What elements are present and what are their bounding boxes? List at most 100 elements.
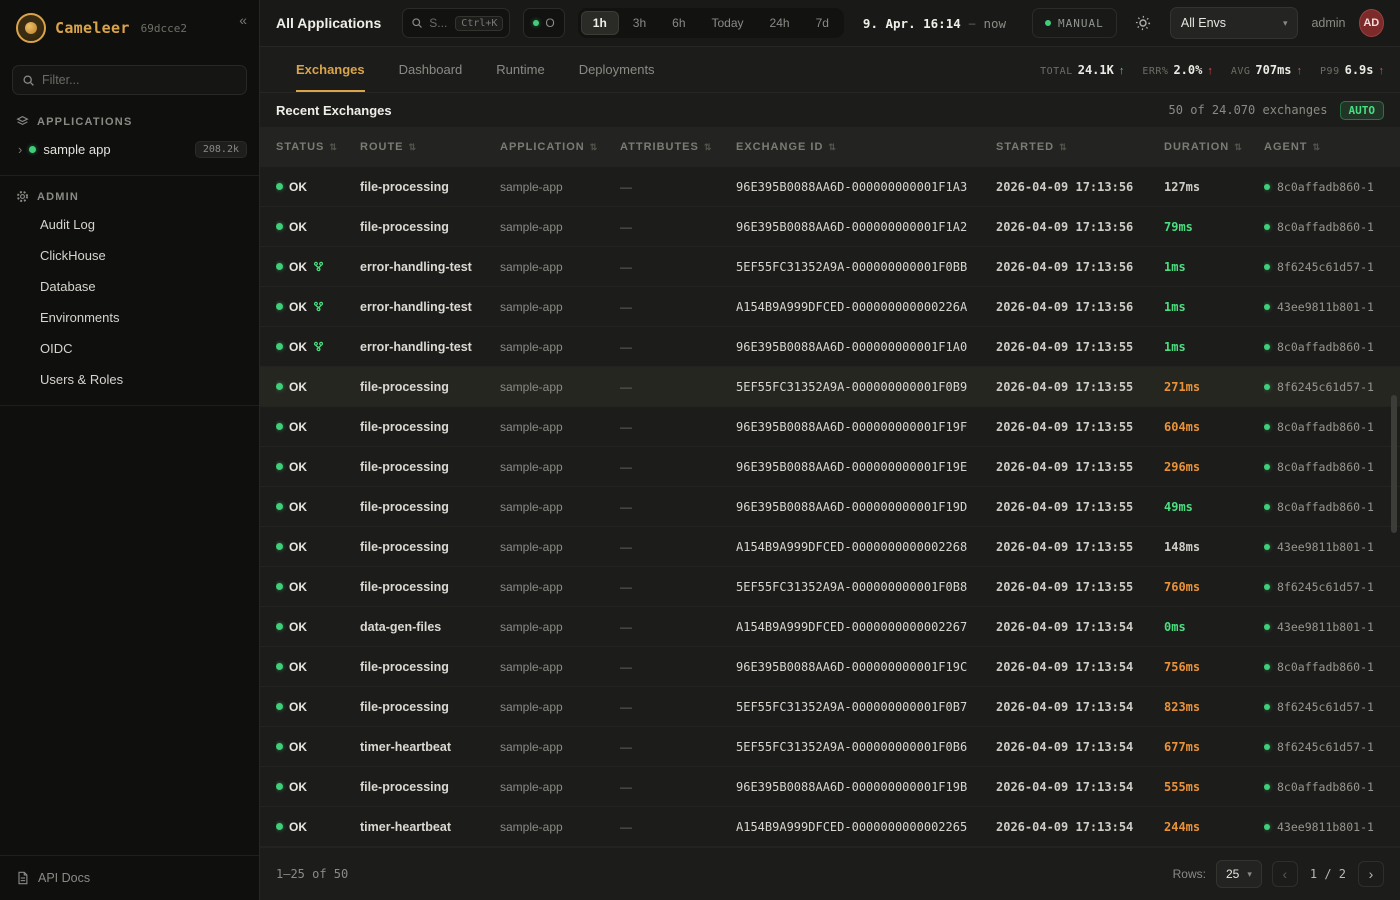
scrollbar-thumb[interactable] [1391,395,1397,533]
collapse-sidebar-icon[interactable]: « [239,12,247,28]
column-header-attributes[interactable]: ATTRIBUTES⇅ [620,141,736,153]
global-search[interactable]: S... Ctrl+K [402,8,510,38]
next-page-button[interactable]: › [1358,861,1384,887]
exchange-id-cell: 96E395B0088AA6D-000000000001F1A2 [736,220,996,234]
status-ok-dot [276,183,283,190]
stat-err: ERR% 2.0% ↑ [1142,63,1213,77]
online-status-chip[interactable]: O [523,8,564,38]
api-docs-link[interactable]: API Docs [0,855,259,900]
table-row[interactable]: OK file-processing sample-app — 96E395B0… [260,647,1400,687]
manual-label: MANUAL [1058,17,1104,30]
table-row[interactable]: OK file-processing sample-app — A154B9A9… [260,527,1400,567]
range-6h-button[interactable]: 6h [660,11,697,35]
rows-per-page-select[interactable]: 25 ▾ [1216,860,1262,888]
applications-section-header: APPLICATIONS [0,101,259,134]
range-today-button[interactable]: Today [700,11,756,35]
agent-id: 8c0affadb860-1 [1277,460,1374,474]
manual-refresh-button[interactable]: MANUAL [1032,8,1117,38]
avatar[interactable]: AD [1359,9,1384,37]
branch-icon [313,341,324,352]
agent-id: 8c0affadb860-1 [1277,780,1374,794]
table-row[interactable]: OK file-processing sample-app — 5EF55FC3… [260,687,1400,727]
table-row[interactable]: OK error-handling-test sample-app — 5EF5… [260,247,1400,287]
route-cell: file-processing [360,420,500,434]
column-header-duration[interactable]: DURATION⇅ [1164,141,1264,153]
table-row[interactable]: OK file-processing sample-app — 5EF55FC3… [260,367,1400,407]
date-range-display[interactable]: 9. Apr. 16:14 – now [863,16,1006,31]
summary-stats: TOTAL 24.1K ↑ ERR% 2.0% ↑ AVG 707ms ↑ P9… [1040,63,1384,77]
table-row[interactable]: OK file-processing sample-app — 96E395B0… [260,487,1400,527]
search-placeholder-text: S... [429,16,449,30]
column-header-exchange-id[interactable]: EXCHANGE ID⇅ [736,141,996,153]
filter-input[interactable] [42,73,237,87]
attributes-cell: — [620,180,736,194]
column-header-started[interactable]: STARTED⇅ [996,141,1164,153]
manual-dot [1045,20,1051,26]
started-cell: 2026-04-09 17:13:54 [996,700,1164,714]
stat-err-label: ERR% [1142,66,1168,77]
agent-cell: 8f6245c61d57-1 [1264,380,1384,394]
table-row[interactable]: OK file-processing sample-app — 96E395B0… [260,207,1400,247]
recent-right: 50 of 24.070 exchanges AUTO [1169,101,1384,120]
auto-refresh-badge[interactable]: AUTO [1340,101,1385,120]
route-cell: error-handling-test [360,260,500,274]
agent-id: 8f6245c61d57-1 [1277,580,1374,594]
column-header-route[interactable]: ROUTE⇅ [360,141,500,153]
range-7d-button[interactable]: 7d [804,11,841,35]
sidebar-item-audit-log[interactable]: Audit Log [0,209,259,240]
status-label: OK [289,780,307,794]
status-cell: OK [276,780,360,794]
table-row[interactable]: OK timer-heartbeat sample-app — A154B9A9… [260,807,1400,847]
table-row[interactable]: OK file-processing sample-app — 5EF55FC3… [260,567,1400,607]
sidebar-item-sample-app[interactable]: › sample app 208.2k [0,134,259,165]
table-row[interactable]: OK timer-heartbeat sample-app — 5EF55FC3… [260,727,1400,767]
column-header-status[interactable]: STATUS⇅ [276,141,360,153]
table-row[interactable]: OK error-handling-test sample-app — A154… [260,287,1400,327]
table-row[interactable]: OK data-gen-files sample-app — A154B9A99… [260,607,1400,647]
tab-runtime[interactable]: Runtime [496,47,544,92]
column-header-agent[interactable]: AGENT⇅ [1264,141,1384,153]
sidebar-item-clickhouse[interactable]: ClickHouse [0,240,259,271]
range-1h-button[interactable]: 1h [581,11,619,35]
sidebar-item-environments[interactable]: Environments [0,302,259,333]
range-3h-button[interactable]: 3h [621,11,658,35]
chevron-right-icon: › [18,142,22,157]
column-header-application[interactable]: APPLICATION⇅ [500,141,620,153]
status-label: OK [289,300,307,314]
range-24h-button[interactable]: 24h [758,11,802,35]
sidebar-item-database[interactable]: Database [0,271,259,302]
theme-toggle-button[interactable] [1130,8,1157,38]
layers-icon [16,115,29,128]
duration-cell: 49ms [1164,500,1264,514]
table-row[interactable]: OK file-processing sample-app — 96E395B0… [260,167,1400,207]
attributes-cell: — [620,740,736,754]
tab-dashboard[interactable]: Dashboard [399,47,463,92]
status-label: OK [289,700,307,714]
agent-online-dot [1264,464,1270,470]
tab-exchanges[interactable]: Exchanges [296,47,365,92]
sidebar-filter[interactable] [12,65,247,95]
agent-online-dot [1264,744,1270,750]
status-cell: OK [276,700,360,714]
sidebar-item-users-roles[interactable]: Users & Roles [0,364,259,395]
tab-deployments[interactable]: Deployments [579,47,655,92]
table-row[interactable]: OK error-handling-test sample-app — 96E3… [260,327,1400,367]
sidebar-item-oidc[interactable]: OIDC [0,333,259,364]
table-row[interactable]: OK file-processing sample-app — 96E395B0… [260,407,1400,447]
status-label: OK [289,180,307,194]
agent-id: 43ee9811b801-1 [1277,620,1374,634]
env-select-value: All Envs [1181,16,1226,30]
application-cell: sample-app [500,820,620,834]
stat-avg: AVG 707ms ↑ [1231,63,1302,77]
duration-cell: 79ms [1164,220,1264,234]
exchange-count-text: 50 of 24.070 exchanges [1169,103,1328,117]
attributes-cell: — [620,420,736,434]
env-select-dropdown[interactable]: All Envs ▾ [1170,7,1299,39]
status-label: OK [289,820,307,834]
attributes-cell: — [620,260,736,274]
status-cell: OK [276,420,360,434]
started-cell: 2026-04-09 17:13:54 [996,820,1164,834]
prev-page-button[interactable]: ‹ [1272,861,1298,887]
table-row[interactable]: OK file-processing sample-app — 96E395B0… [260,767,1400,807]
table-row[interactable]: OK file-processing sample-app — 96E395B0… [260,447,1400,487]
